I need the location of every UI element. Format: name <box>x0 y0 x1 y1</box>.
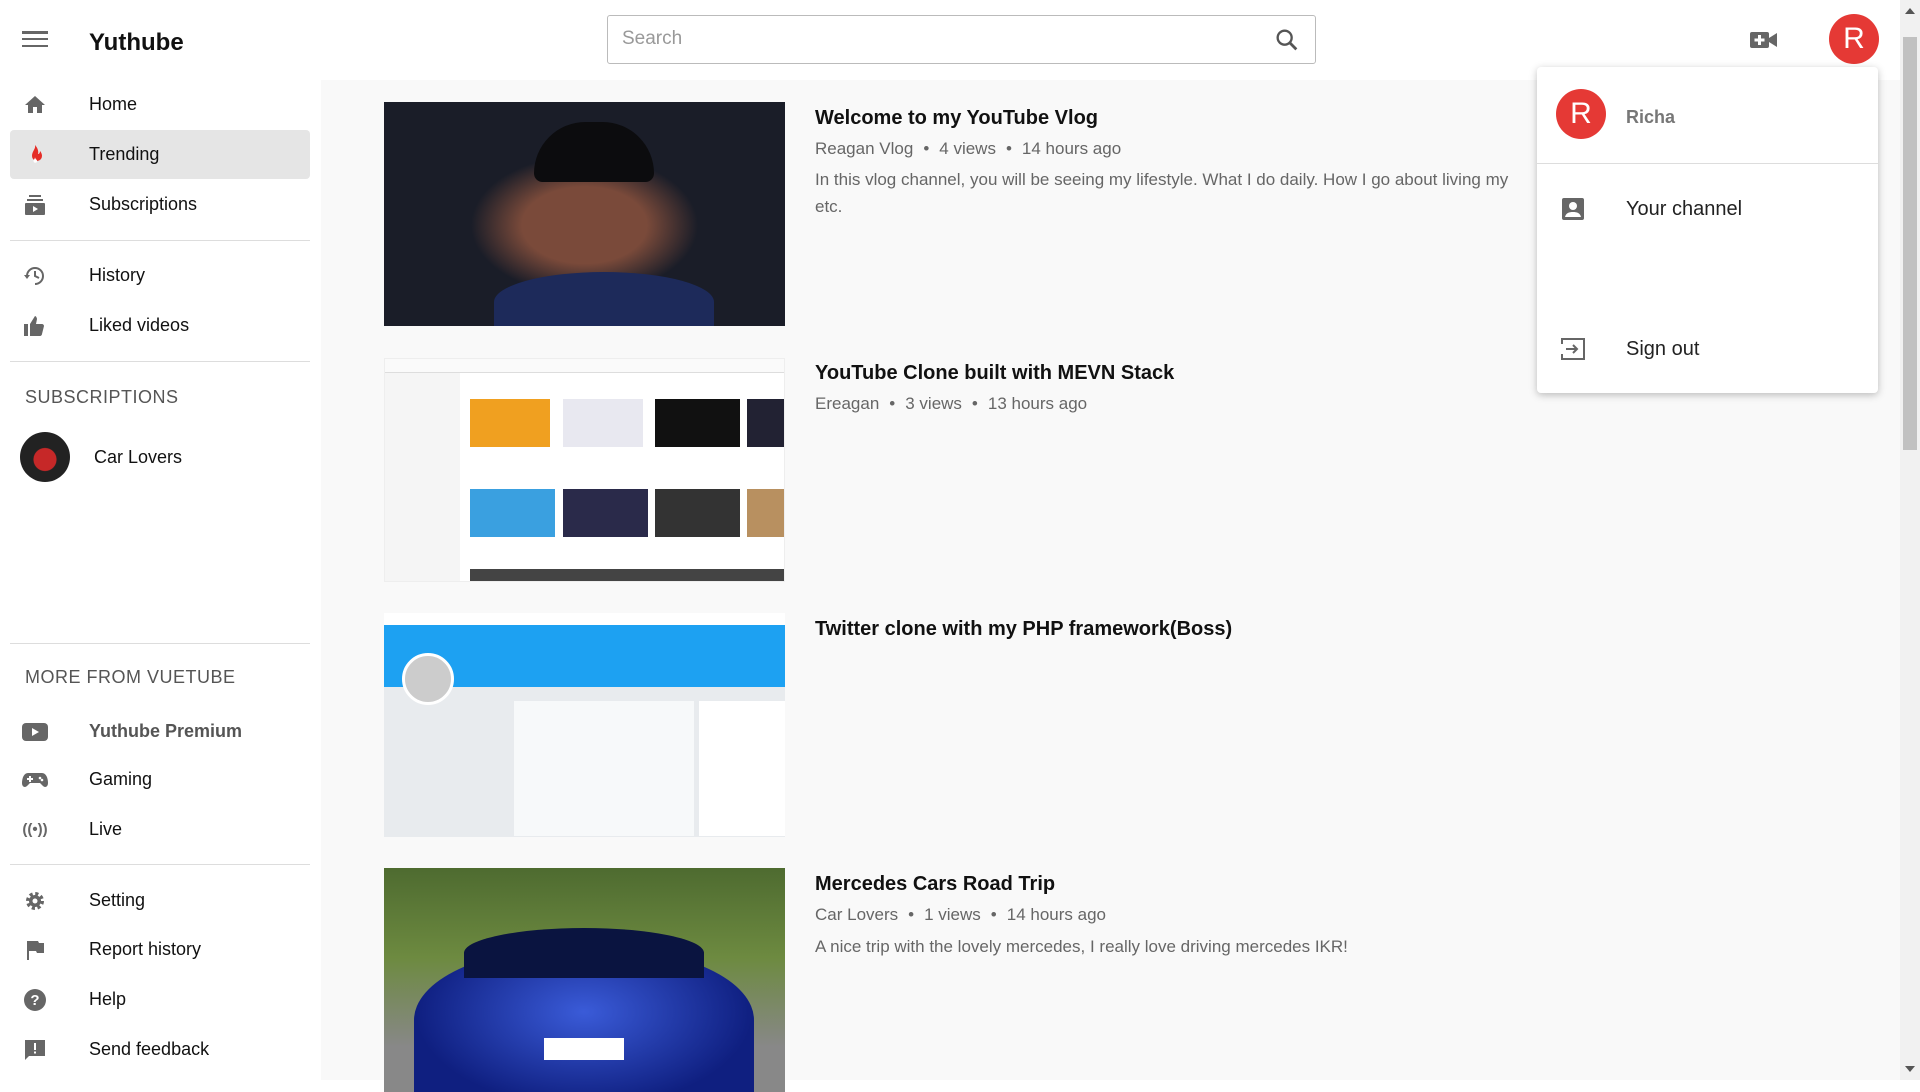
video-meta: Reagan Vlog • 4 views • 14 hours ago <box>815 139 1121 159</box>
scrollbar-thumb[interactable] <box>1903 37 1917 450</box>
sidebar-item-label: Car Lovers <box>94 447 182 468</box>
sidebar-item-liked-videos[interactable]: Liked videos <box>10 301 310 350</box>
channel-avatar <box>20 432 70 482</box>
menu-item-label: Sign out <box>1626 338 1699 361</box>
video-meta: Car Lovers • 1 views • 14 hours ago <box>815 905 1106 925</box>
sidebar-item-label: Live <box>89 819 122 840</box>
upload-time: 14 hours ago <box>1022 139 1121 158</box>
sidebar-item-label: Yuthube Premium <box>89 721 242 742</box>
sidebar-item-label: Home <box>89 94 137 115</box>
video-description: A nice trip with the lovely mercedes, I … <box>815 933 1575 960</box>
menu-item-sign-out[interactable]: Sign out <box>1537 319 1878 379</box>
help-icon: ? <box>22 987 48 1013</box>
video-title[interactable]: Welcome to my YouTube Vlog <box>815 107 1098 130</box>
sidebar-item-label: Send feedback <box>89 1039 209 1060</box>
sidebar-item-label: History <box>89 265 145 286</box>
sidebar-item-help[interactable]: ? Help <box>10 975 310 1024</box>
youtube-icon <box>22 719 48 745</box>
sidebar-item-label: Help <box>89 989 126 1010</box>
view-count: 4 views <box>939 139 996 158</box>
scroll-down-arrow-icon[interactable] <box>1905 1066 1915 1072</box>
sidebar-item-live[interactable]: ((•)) Live <box>10 805 310 854</box>
sidebar-item-label: Setting <box>89 890 145 911</box>
search-box <box>607 15 1316 64</box>
sidebar-item-label: Liked videos <box>89 315 189 336</box>
upload-video-icon[interactable] <box>1750 30 1778 50</box>
sidebar-item-home[interactable]: Home <box>10 80 310 129</box>
account-avatar: R <box>1556 89 1606 139</box>
sidebar-item-setting[interactable]: Setting <box>10 876 310 925</box>
separator: • <box>923 139 929 158</box>
live-icon: ((•)) <box>22 817 48 843</box>
account-menu: R Richa Your channel Sign out <box>1537 67 1878 393</box>
video-title[interactable]: YouTube Clone built with MEVN Stack <box>815 362 1174 385</box>
sidebar-item-label: Trending <box>89 144 159 165</box>
feedback-icon <box>22 1037 48 1063</box>
account-box-icon <box>1561 197 1585 221</box>
sidebar-item-label: Gaming <box>89 769 152 790</box>
channel-name[interactable]: Car Lovers <box>815 905 898 924</box>
video-title[interactable]: Twitter clone with my PHP framework(Boss… <box>815 618 1232 641</box>
search-icon[interactable] <box>1273 26 1301 54</box>
menu-item-your-channel[interactable]: Your channel <box>1537 179 1878 239</box>
subscriptions-heading: SUBSCRIPTIONS <box>25 387 179 408</box>
sidebar-item-subscriptions[interactable]: Subscriptions <box>10 180 310 229</box>
account-name: Richa <box>1626 107 1675 128</box>
separator: • <box>1006 139 1012 158</box>
separator: • <box>991 905 997 924</box>
video-thumbnail[interactable] <box>384 358 785 582</box>
fire-icon <box>22 142 48 168</box>
divider <box>10 864 310 865</box>
view-count: 1 views <box>924 905 981 924</box>
thumb-up-icon <box>22 313 48 339</box>
separator: • <box>972 394 978 413</box>
video-thumbnail[interactable] <box>384 102 785 326</box>
scroll-up-arrow-icon[interactable] <box>1905 8 1915 14</box>
menu-item-label: Your channel <box>1626 198 1742 221</box>
sidebar: Home Trending Subscriptions History Like… <box>0 80 321 1080</box>
sidebar-item-send-feedback[interactable]: Send feedback <box>10 1025 310 1074</box>
separator: • <box>889 394 895 413</box>
divider <box>1537 163 1878 164</box>
gamepad-icon <box>22 767 48 793</box>
sidebar-item-history[interactable]: History <box>10 251 310 300</box>
channel-name[interactable]: Ereagan <box>815 394 879 413</box>
sidebar-item-gaming[interactable]: Gaming <box>10 755 310 804</box>
sign-out-icon <box>1561 337 1585 361</box>
gear-icon <box>22 888 48 914</box>
video-meta: Ereagan • 3 views • 13 hours ago <box>815 394 1087 414</box>
channel-name[interactable]: Reagan Vlog <box>815 139 913 158</box>
video-thumbnail[interactable] <box>384 868 785 1092</box>
more-from-heading: MORE FROM VUETUBE <box>25 667 236 688</box>
svg-text:?: ? <box>30 992 39 1009</box>
separator: • <box>908 905 914 924</box>
divider <box>10 240 310 241</box>
app-logo[interactable]: Yuthube <box>89 29 184 57</box>
view-count: 3 views <box>905 394 962 413</box>
sidebar-item-report-history[interactable]: Report history <box>10 925 310 974</box>
search-input[interactable] <box>622 28 1222 50</box>
subscriptions-icon <box>22 192 48 218</box>
sidebar-item-trending[interactable]: Trending <box>10 130 310 179</box>
sidebar-item-label: Report history <box>89 939 201 960</box>
sidebar-item-premium[interactable]: Yuthube Premium <box>10 707 310 756</box>
sidebar-item-label: Subscriptions <box>89 194 197 215</box>
divider <box>10 643 310 644</box>
license-plate <box>544 1038 624 1060</box>
flag-icon <box>22 937 48 963</box>
video-thumbnail[interactable] <box>384 613 785 837</box>
video-title[interactable]: Mercedes Cars Road Trip <box>815 873 1055 896</box>
upload-time: 14 hours ago <box>1007 905 1106 924</box>
user-avatar-button[interactable]: R <box>1829 14 1879 64</box>
upload-time: 13 hours ago <box>988 394 1087 413</box>
hamburger-menu-icon[interactable] <box>22 28 48 50</box>
divider <box>10 361 310 362</box>
subscription-car-lovers[interactable]: Car Lovers <box>10 433 310 481</box>
history-icon <box>22 263 48 289</box>
scrollbar[interactable] <box>1900 0 1920 1080</box>
home-icon <box>22 92 48 118</box>
